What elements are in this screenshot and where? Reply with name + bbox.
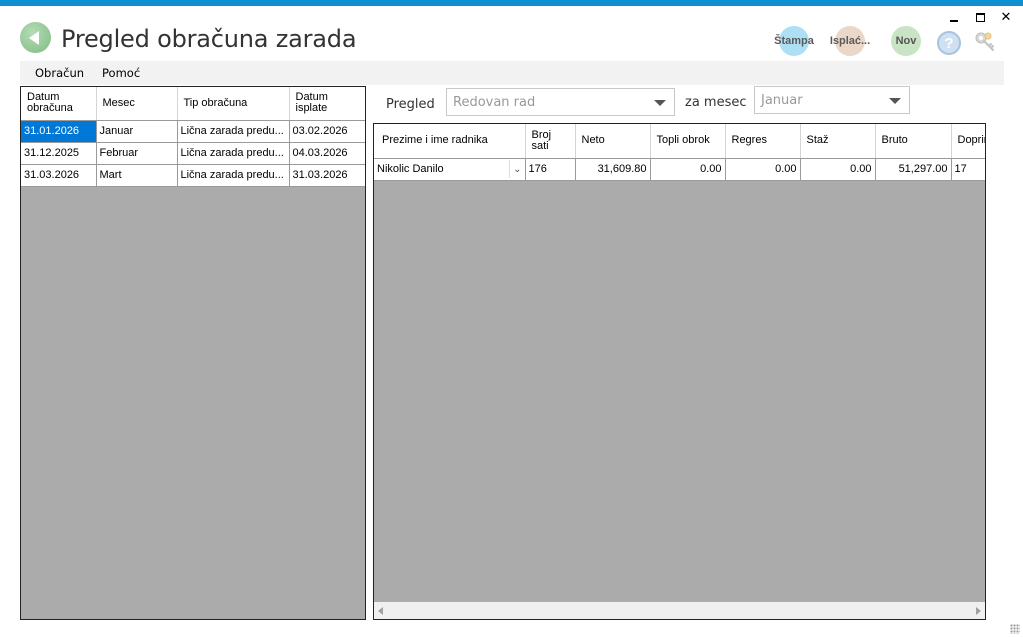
table-row[interactable]: 31.03.2026 Mart Lična zarada predu... 31… <box>21 164 365 187</box>
table-cell[interactable]: Februar <box>96 142 178 165</box>
mesec-select[interactable]: Januar <box>754 86 910 114</box>
table-cell[interactable]: Lična zarada predu... <box>177 142 290 165</box>
minimize-button[interactable] <box>947 10 961 24</box>
table-cell[interactable]: 0.00 <box>800 158 876 181</box>
column-header[interactable]: Broj sati <box>525 124 576 159</box>
employee-name: Nikolic Danilo <box>377 163 444 175</box>
keys-icon[interactable] <box>973 30 997 54</box>
window-controls: ✕ <box>947 9 1013 24</box>
horizontal-scrollbar[interactable] <box>374 602 985 619</box>
pregled-label: Pregled <box>386 97 435 112</box>
page-title: Pregled obračuna zarada <box>61 25 357 53</box>
scroll-left-icon[interactable] <box>378 606 383 615</box>
table-cell[interactable]: 31,609.80 <box>575 158 651 181</box>
column-header[interactable]: Staž <box>800 124 876 159</box>
table-cell[interactable]: 31.03.2026 <box>289 164 365 187</box>
help-icon[interactable]: ? <box>937 31 961 55</box>
chevron-down-icon <box>889 98 901 104</box>
new-button[interactable]: Nov <box>890 26 922 56</box>
table-row[interactable]: Nikolic Danilo ⌄ 176 31,609.80 0.00 0.00… <box>374 158 985 181</box>
table-cell[interactable]: Lična zarada predu... <box>177 164 290 187</box>
table-cell[interactable]: Januar <box>96 120 178 143</box>
column-header[interactable]: Bruto <box>875 124 952 159</box>
new-button-label: Nov <box>895 35 917 47</box>
table-cell[interactable]: 176 <box>525 158 576 181</box>
pregled-select-value: Redovan rad <box>453 94 536 110</box>
menu-bar: Obračun Pomoć <box>20 61 1004 85</box>
column-header[interactable]: Doprin <box>951 124 985 159</box>
payout-button[interactable]: Isplać... <box>829 26 871 56</box>
maximize-icon <box>975 12 985 22</box>
maximize-button[interactable] <box>973 10 987 24</box>
close-button[interactable]: ✕ <box>999 9 1013 24</box>
column-header[interactable]: Datum obračuna <box>21 87 97 121</box>
table-row[interactable]: 31.12.2025 Februar Lična zarada predu...… <box>21 142 365 165</box>
table-header-row: Datum obračuna Mesec Tip obračuna Datum … <box>21 87 365 121</box>
back-button[interactable] <box>20 22 51 53</box>
scroll-right-icon[interactable] <box>976 606 981 615</box>
table-header-row: Prezime i ime radnika Broj sati Neto Top… <box>374 124 985 159</box>
table-cell[interactable]: 0.00 <box>650 158 726 181</box>
column-header[interactable]: Topli obrok <box>650 124 726 159</box>
back-arrow-icon <box>29 30 39 45</box>
pregled-select[interactable]: Redovan rad <box>446 88 675 116</box>
table-cell[interactable]: 51,297.00 <box>875 158 952 181</box>
table-cell[interactable]: 17 <box>951 158 985 181</box>
za-mesec-label: za mesec <box>685 95 747 110</box>
resize-grip-icon[interactable] <box>1010 624 1020 634</box>
table-row[interactable]: 31.01.2026 Januar Lična zarada predu... … <box>21 120 365 143</box>
employee-earnings-grid[interactable]: Prezime i ime radnika Broj sati Neto Top… <box>373 123 986 620</box>
table-cell[interactable]: Mart <box>96 164 178 187</box>
column-header[interactable]: Regres <box>725 124 801 159</box>
column-header[interactable]: Tip obračuna <box>177 87 290 121</box>
mesec-select-value: Januar <box>761 92 803 108</box>
table-cell[interactable]: 04.03.2026 <box>289 142 365 165</box>
table-cell[interactable]: 03.02.2026 <box>289 120 365 143</box>
minimize-icon <box>950 20 958 22</box>
payroll-list-grid[interactable]: Datum obračuna Mesec Tip obračuna Datum … <box>20 86 366 620</box>
column-header[interactable]: Neto <box>575 124 651 159</box>
table-cell[interactable]: 31.03.2026 <box>21 164 97 187</box>
table-cell[interactable]: Lična zarada predu... <box>177 120 290 143</box>
column-header[interactable]: Prezime i ime radnika <box>374 124 526 159</box>
payout-button-label: Isplać... <box>829 35 871 47</box>
chevron-down-icon <box>654 100 666 106</box>
employee-cell[interactable]: Nikolic Danilo ⌄ <box>374 158 526 181</box>
table-cell[interactable]: 31.12.2025 <box>21 142 97 165</box>
menu-pomoc[interactable]: Pomoć <box>94 66 150 80</box>
print-button-label: Štampa <box>774 35 814 47</box>
menu-obracun[interactable]: Obračun <box>20 66 94 80</box>
print-button[interactable]: Štampa <box>772 26 816 56</box>
table-cell[interactable]: 0.00 <box>725 158 801 181</box>
column-header[interactable]: Datum isplate <box>289 87 365 121</box>
table-cell[interactable]: 31.01.2026 <box>21 120 97 143</box>
chevron-down-icon[interactable]: ⌄ <box>509 160 522 178</box>
window-accent-bar <box>0 0 1023 6</box>
column-header[interactable]: Mesec <box>96 87 178 121</box>
